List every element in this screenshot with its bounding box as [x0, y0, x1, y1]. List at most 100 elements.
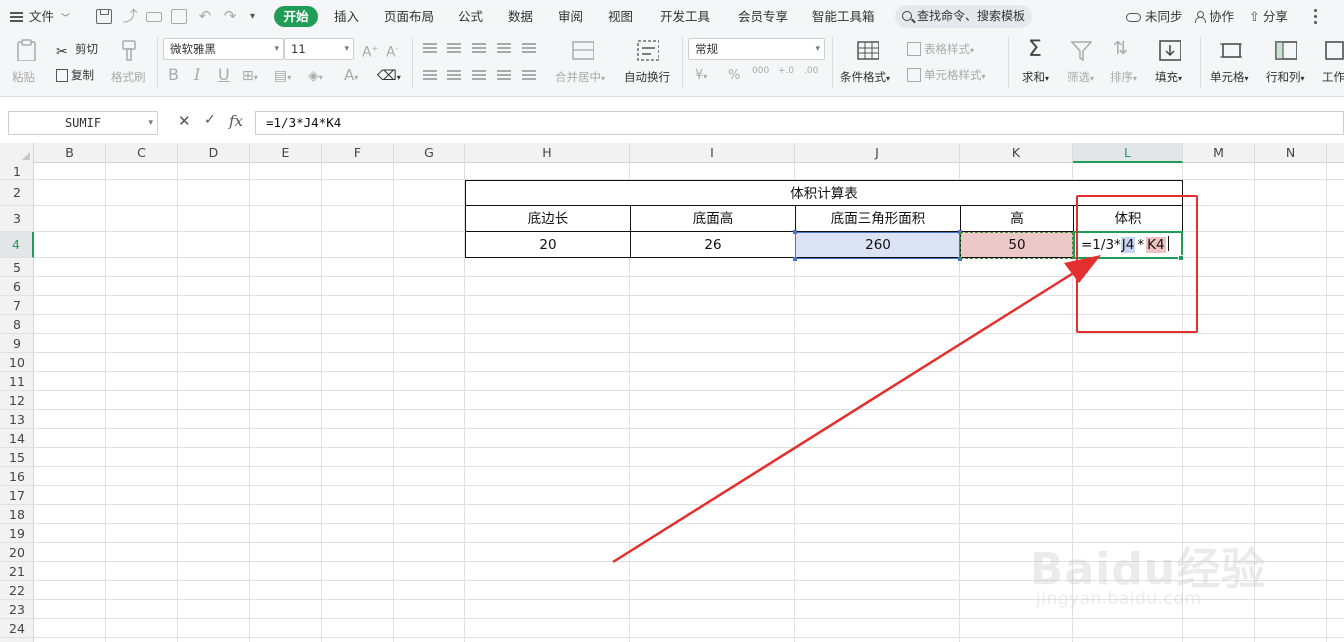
tab-data[interactable]: 数据	[508, 0, 533, 33]
italic-button[interactable]: I	[194, 66, 200, 84]
command-search[interactable]: 查找命令、搜索模板	[895, 5, 1032, 28]
indent-decrease-icon[interactable]	[497, 43, 511, 55]
formula-input[interactable]: =1/3*J4*K4	[255, 111, 1344, 135]
filter-funnel-icon	[1070, 41, 1092, 62]
person-icon	[1194, 11, 1206, 23]
worksheet-icon	[1325, 41, 1344, 60]
tab-smart-toolbox[interactable]: 智能工具箱	[812, 0, 875, 33]
tab-developer[interactable]: 开发工具	[660, 0, 710, 33]
currency-button[interactable]: ¥▾	[695, 68, 707, 83]
underline-button[interactable]: U	[218, 66, 230, 84]
font-size-select[interactable]: 11 ▾	[284, 38, 354, 60]
tab-review[interactable]: 审阅	[558, 0, 583, 33]
align-middle-icon[interactable]	[447, 43, 461, 55]
increase-font-icon[interactable]: A+	[362, 40, 378, 62]
tab-page-layout[interactable]: 页面布局	[384, 0, 434, 33]
cancel-icon[interactable]: ✕	[178, 112, 191, 130]
quick-access-more-icon[interactable]: ▾	[250, 9, 266, 24]
print-icon[interactable]	[146, 12, 162, 22]
watermark-url: jingyan.baidu.com	[1036, 589, 1202, 609]
clear-format-icon[interactable]: ⌫▾	[377, 67, 401, 87]
redo-icon[interactable]: ↷	[222, 9, 238, 24]
sort-icon: ⇅	[1113, 38, 1129, 59]
justify-icon[interactable]	[497, 70, 511, 82]
align-left-icon[interactable]	[423, 70, 437, 82]
arrow-shaft	[612, 265, 1084, 564]
share-label: 分享	[1262, 9, 1288, 24]
search-icon	[902, 11, 912, 21]
table-style-button[interactable]: 表格样式▾	[907, 41, 974, 57]
copy-icon	[56, 69, 68, 82]
cell-style-icon	[907, 68, 921, 82]
cut-button[interactable]: ✂ 剪切	[56, 41, 98, 60]
hamburger-icon	[10, 12, 23, 22]
tab-home[interactable]: 开始	[274, 6, 318, 27]
watermark-logo: Baidu经验	[1030, 544, 1267, 595]
share-button[interactable]: ⇧ 分享	[1249, 0, 1288, 33]
wrap-text-label: 自动换行	[624, 70, 670, 84]
chevron-down-icon: ﹀	[61, 14, 71, 24]
paintbrush-icon	[122, 40, 136, 61]
thousands-separator-button[interactable]: 000	[752, 66, 769, 76]
divider	[1008, 37, 1009, 89]
more-options-icon[interactable]	[1314, 9, 1318, 25]
table-grid-icon	[857, 41, 879, 60]
align-top-icon[interactable]	[423, 43, 437, 55]
decrease-decimal-button[interactable]: .00	[804, 66, 818, 76]
conditional-format-label: 条件格式▾	[840, 70, 891, 84]
cell-icon	[1220, 43, 1242, 58]
insert-function-icon[interactable]: fx	[229, 112, 243, 130]
share-icon: ⇧	[1249, 10, 1260, 25]
fill-label: 填充▾	[1155, 70, 1183, 84]
sum-label: 求和▾	[1022, 70, 1050, 84]
table-style-icon	[907, 42, 921, 56]
print-preview-icon[interactable]	[171, 9, 187, 24]
cut-label: 剪切	[75, 42, 98, 56]
fill-color-icon[interactable]: ◈▾	[308, 67, 323, 87]
bold-button[interactable]: B	[168, 66, 179, 84]
tab-insert[interactable]: 插入	[334, 0, 359, 33]
undo-icon[interactable]: ↶	[197, 9, 213, 24]
scissors-icon: ✂	[56, 44, 68, 60]
copy-button[interactable]: 复制	[56, 67, 94, 83]
divider	[682, 37, 683, 89]
increase-decimal-button[interactable]: +.0	[778, 66, 794, 76]
align-center-icon[interactable]	[447, 70, 461, 82]
output-icon[interactable]: ⤴	[122, 9, 138, 24]
row-col-label: 行和列▾	[1266, 70, 1305, 84]
indent-increase-icon[interactable]	[522, 43, 536, 55]
file-menu-label: 文件	[29, 9, 55, 24]
font-color-icon[interactable]: A▾	[344, 66, 358, 87]
collaborate-label: 协作	[1209, 9, 1235, 24]
decrease-font-icon[interactable]: A-	[386, 40, 398, 62]
number-format-select[interactable]: 常规 ▾	[688, 38, 825, 60]
dropdown-arrow-icon: ▾	[148, 118, 153, 128]
tab-formulas[interactable]: 公式	[458, 0, 483, 33]
sort-label: 排序▾	[1110, 70, 1138, 84]
cell-style-fill-icon[interactable]: ▤▾	[274, 67, 291, 87]
align-right-icon[interactable]	[472, 70, 486, 82]
menu-bar: 文件 ﹀ ⤴ ↶ ↷ ▾ 开始 插入 页面布局 公式 数据 审阅 视图 开发工具…	[0, 0, 1344, 33]
confirm-icon[interactable]: ✓	[204, 112, 216, 128]
divider	[157, 37, 158, 89]
cell-style-button[interactable]: 单元格样式▾	[907, 67, 986, 83]
border-icon[interactable]: ⊞▾	[242, 67, 258, 87]
fill-down-icon	[1159, 40, 1181, 61]
tab-member[interactable]: 会员专享	[738, 0, 788, 33]
percent-button[interactable]: %	[728, 68, 740, 83]
worksheet-label: 工作	[1322, 70, 1344, 84]
file-menu[interactable]: 文件 ﹀	[10, 0, 70, 33]
row-column-icon	[1275, 41, 1297, 60]
font-name-select[interactable]: 微软雅黑 ▾	[163, 38, 284, 60]
collaborate-button[interactable]: 协作	[1194, 0, 1234, 33]
save-icon[interactable]	[96, 9, 112, 24]
sync-status[interactable]: 未同步	[1126, 0, 1183, 33]
align-bottom-icon[interactable]	[472, 43, 486, 55]
name-box[interactable]: SUMIF ▾	[8, 111, 158, 135]
formula-bar: SUMIF ▾ ✕ ✓ fx =1/3*J4*K4	[0, 107, 1344, 140]
distributed-icon[interactable]	[522, 70, 536, 82]
number-format-value: 常规	[695, 42, 718, 56]
sync-label: 未同步	[1145, 9, 1183, 24]
font-size-value: 11	[291, 42, 306, 56]
tab-view[interactable]: 视图	[608, 0, 633, 33]
